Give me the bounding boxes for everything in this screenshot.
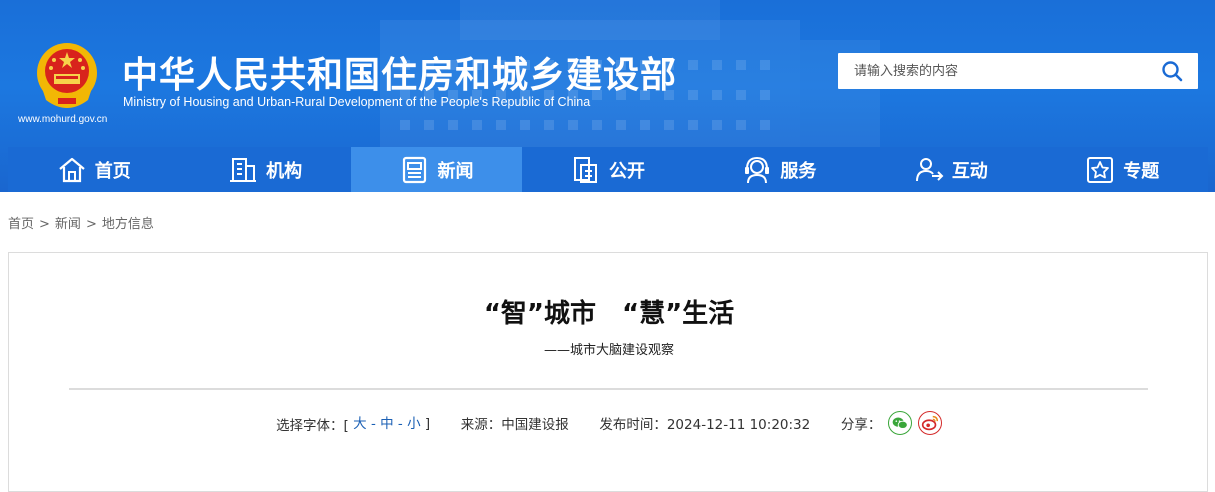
nav-item-interaction[interactable]: 互动 <box>865 147 1036 192</box>
search-box <box>838 53 1198 89</box>
nav-item-service[interactable]: 服务 <box>694 147 865 192</box>
nav-label: 机构 <box>266 160 303 182</box>
home-icon <box>58 157 85 182</box>
interaction-icon <box>915 157 944 181</box>
font-size-dash: - <box>370 416 376 432</box>
main-navigation: 首页 机构 新闻 公开 服务 互动 专题 <box>8 147 1208 192</box>
article-title: “智”城市 “慧”生活 <box>483 299 735 329</box>
breadcrumb-news[interactable]: 新闻 <box>55 217 81 232</box>
nav-item-organization[interactable]: 机构 <box>179 147 350 192</box>
news-icon <box>402 156 426 183</box>
service-icon <box>745 156 770 183</box>
divider <box>69 388 1148 390</box>
font-size-small[interactable]: 小 <box>407 416 421 432</box>
font-size-large[interactable]: 大 <box>353 416 367 432</box>
background-windows <box>400 120 780 130</box>
nav-item-topics[interactable]: 专题 <box>1037 147 1208 192</box>
breadcrumb-home[interactable]: 首页 <box>8 217 34 232</box>
site-url[interactable]: www.mohurd.gov.cn <box>18 114 107 125</box>
national-emblem-icon <box>37 43 97 108</box>
font-size-dash: - <box>397 416 403 432</box>
site-title[interactable]: 中华人民共和国住房和城乡建设部 <box>122 46 677 98</box>
nav-item-news[interactable]: 新闻 <box>350 147 523 192</box>
breadcrumb-separator: > <box>39 217 50 232</box>
font-size-selector: 选择字体：[ 大 - 中 - 小 ] <box>276 412 430 434</box>
font-size-label: 选择字体：[ <box>276 418 349 434</box>
document-icon <box>573 156 597 183</box>
publish-time: 发布时间：2024-12-11 10:20:32 <box>599 417 811 433</box>
font-size-medium[interactable]: 中 <box>380 416 394 432</box>
share-label: 分享： <box>840 417 882 433</box>
font-size-close: ] <box>424 416 431 432</box>
search-input[interactable] <box>838 53 1148 89</box>
breadcrumb: 首页 > 新闻 > 地方信息 <box>8 213 154 232</box>
breadcrumb-separator: > <box>85 217 97 232</box>
article-panel: “智”城市 “慧”生活 ——城市大脑建设观察 选择字体：[ 大 - 中 - 小 … <box>8 252 1208 492</box>
nav-label: 首页 <box>94 160 131 182</box>
building-icon <box>230 157 257 182</box>
nav-label: 服务 <box>780 160 817 182</box>
nav-label: 新闻 <box>437 160 474 182</box>
nav-item-home[interactable]: 首页 <box>8 147 179 192</box>
nav-label: 公开 <box>608 160 645 182</box>
site-title-english: Ministry of Housing and Urban-Rural Deve… <box>123 95 591 109</box>
wechat-icon[interactable] <box>887 411 912 435</box>
breadcrumb-local-info[interactable]: 地方信息 <box>102 217 154 232</box>
star-icon <box>1087 156 1114 183</box>
nav-item-public[interactable]: 公开 <box>522 147 693 192</box>
nav-label: 专题 <box>1123 160 1160 182</box>
article-source: 来源：中国建设报 <box>460 417 569 433</box>
search-icon[interactable] <box>1160 59 1184 83</box>
article-meta: 选择字体：[ 大 - 中 - 小 ] 来源：中国建设报 发布时间：2024-12… <box>9 411 1209 435</box>
article-subtitle: ——城市大脑建设观察 <box>543 343 674 358</box>
weibo-icon[interactable] <box>917 411 942 435</box>
nav-label: 互动 <box>951 160 988 182</box>
